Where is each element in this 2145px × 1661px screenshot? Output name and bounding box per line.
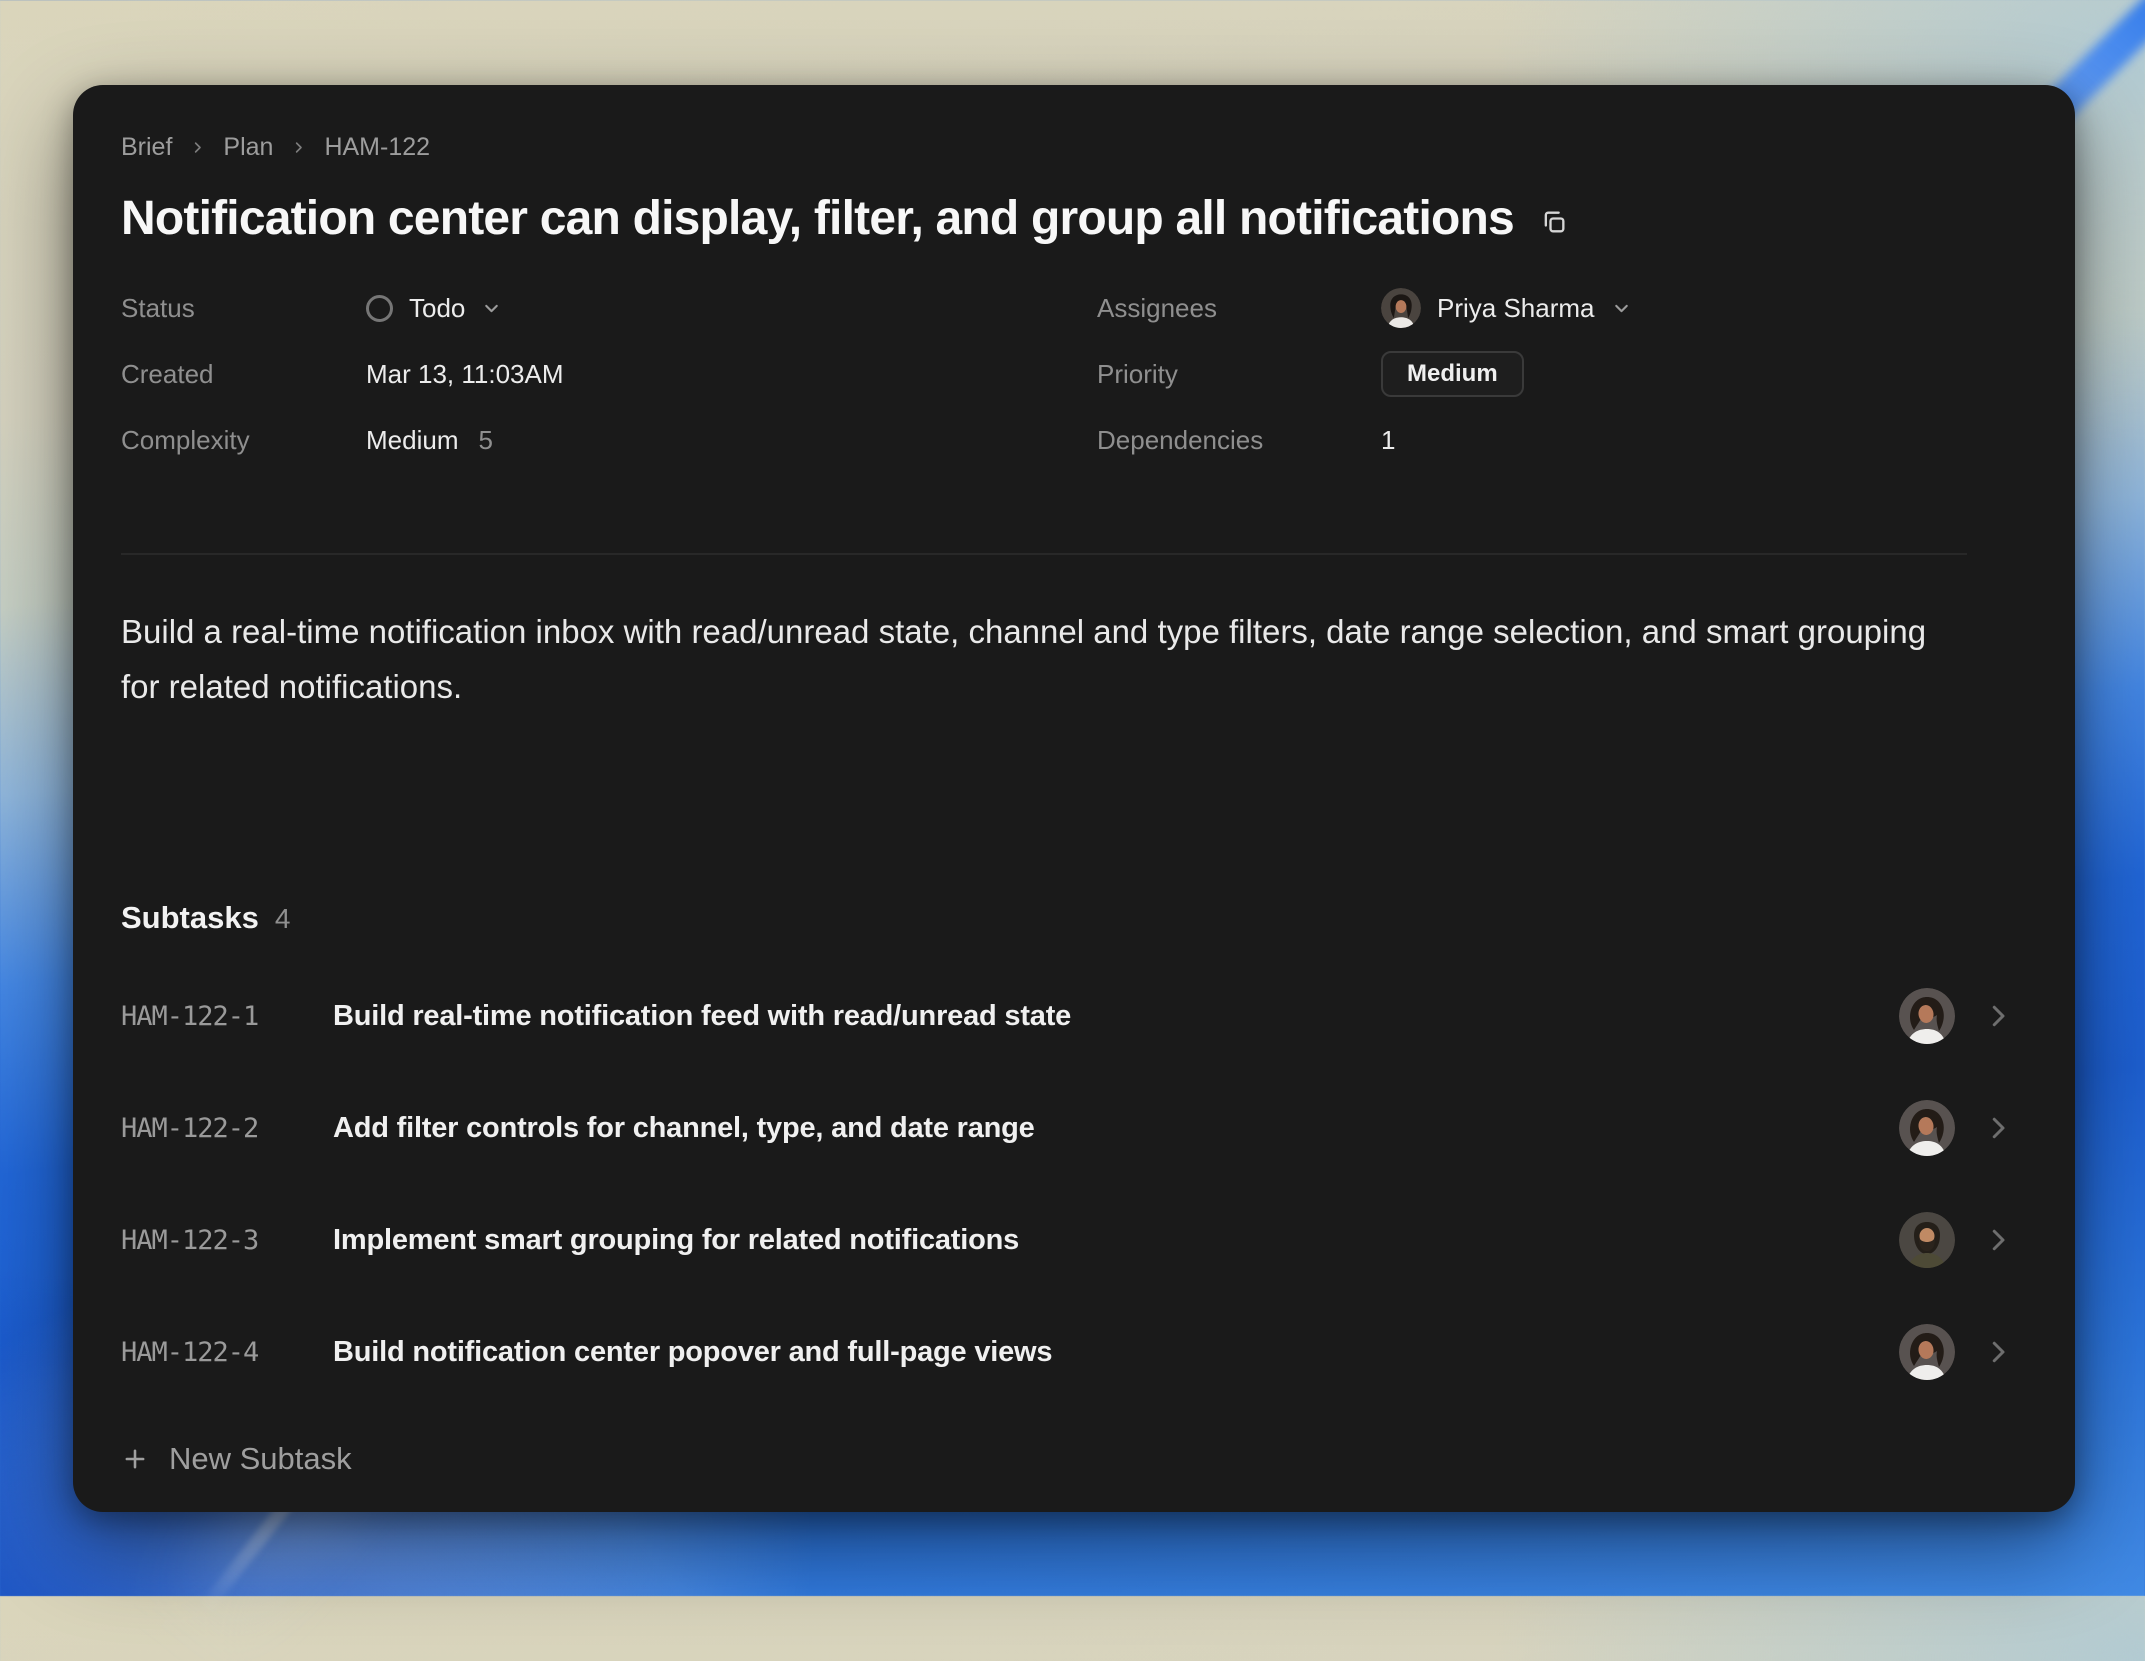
chevron-right-icon bbox=[1983, 1001, 2013, 1031]
subtask-id: HAM-122-2 bbox=[121, 1113, 333, 1144]
copy-icon bbox=[1540, 208, 1568, 236]
created-row: Created Mar 13, 11:03AM bbox=[121, 341, 1097, 407]
breadcrumb: Brief Plan HAM-122 bbox=[121, 135, 2027, 160]
meta-column-left: Status Todo Created Mar 13, 11:03AM Comp… bbox=[121, 275, 1097, 473]
title-row: Notification center can display, filter,… bbox=[121, 190, 2027, 248]
chevron-down-icon bbox=[1611, 298, 1632, 319]
status-dropdown[interactable]: Todo bbox=[366, 293, 502, 324]
dependencies-label: Dependencies bbox=[1097, 425, 1381, 456]
priority-label: Priority bbox=[1097, 359, 1381, 390]
assignees-label: Assignees bbox=[1097, 293, 1381, 324]
subtask-row[interactable]: HAM-122-4 Build notification center popo… bbox=[121, 1309, 2027, 1395]
plus-icon bbox=[121, 1445, 149, 1473]
subtasks-count: 4 bbox=[275, 903, 291, 935]
dependencies-row: Dependencies 1 bbox=[1097, 407, 2027, 473]
assignee-avatar bbox=[1381, 288, 1421, 328]
chevron-right-icon bbox=[1983, 1337, 2013, 1367]
breadcrumb-item-plan[interactable]: Plan bbox=[223, 135, 273, 160]
new-subtask-label: New Subtask bbox=[169, 1441, 352, 1477]
chevron-right-icon bbox=[1983, 1113, 2013, 1143]
subtask-row[interactable]: HAM-122-2 Add filter controls for channe… bbox=[121, 1085, 2027, 1171]
priority-badge[interactable]: Medium bbox=[1381, 351, 1524, 397]
task-description: Build a real-time notification inbox wit… bbox=[121, 604, 1941, 714]
subtask-id: HAM-122-3 bbox=[121, 1225, 333, 1256]
assignee-name: Priya Sharma bbox=[1437, 293, 1595, 324]
task-detail-card: Brief Plan HAM-122 Notification center c… bbox=[73, 85, 2075, 1512]
subtasks-header: Subtasks 4 bbox=[121, 899, 2027, 937]
status-label: Status bbox=[121, 293, 366, 324]
subtask-assignee-avatar bbox=[1899, 1212, 1955, 1268]
page-title: Notification center can display, filter,… bbox=[121, 190, 1514, 248]
subtask-id: HAM-122-1 bbox=[121, 1001, 333, 1032]
subtask-row[interactable]: HAM-122-1 Build real-time notification f… bbox=[121, 973, 2027, 1059]
status-row: Status Todo bbox=[121, 275, 1097, 341]
chevron-right-icon bbox=[1983, 1225, 2013, 1255]
subtask-row[interactable]: HAM-122-3 Implement smart grouping for r… bbox=[121, 1197, 2027, 1283]
subtask-assignee-avatar bbox=[1899, 1324, 1955, 1380]
meta-column-right: Assignees Priya Sharma Priority Medium D… bbox=[1097, 275, 2027, 473]
complexity-value-text: Medium bbox=[366, 425, 458, 456]
subtask-title: Add filter controls for channel, type, a… bbox=[333, 1112, 1899, 1145]
meta-grid: Status Todo Created Mar 13, 11:03AM Comp… bbox=[121, 275, 2027, 473]
dependencies-value: 1 bbox=[1381, 425, 1395, 456]
created-label: Created bbox=[121, 359, 366, 390]
section-divider bbox=[121, 553, 1967, 555]
subtask-title: Build real-time notification feed with r… bbox=[333, 1000, 1899, 1033]
subtask-assignee-avatar bbox=[1899, 988, 1955, 1044]
complexity-points: 5 bbox=[478, 425, 492, 456]
chevron-right-icon bbox=[190, 140, 205, 155]
breadcrumb-item-task-id[interactable]: HAM-122 bbox=[324, 135, 430, 160]
subtask-list: HAM-122-1 Build real-time notification f… bbox=[121, 973, 2027, 1395]
subtask-assignee-avatar bbox=[1899, 1100, 1955, 1156]
complexity-label: Complexity bbox=[121, 425, 366, 456]
subtask-id: HAM-122-4 bbox=[121, 1337, 333, 1368]
chevron-right-icon bbox=[291, 140, 306, 155]
priority-row: Priority Medium bbox=[1097, 341, 2027, 407]
chevron-down-icon bbox=[481, 298, 502, 319]
breadcrumb-item-brief[interactable]: Brief bbox=[121, 135, 172, 160]
complexity-row: Complexity Medium 5 bbox=[121, 407, 1097, 473]
subtasks-heading: Subtasks bbox=[121, 899, 259, 937]
assignee-dropdown[interactable]: Priya Sharma bbox=[1381, 288, 1632, 328]
assignees-row: Assignees Priya Sharma bbox=[1097, 275, 2027, 341]
status-value: Todo bbox=[409, 293, 465, 324]
subtask-title: Build notification center popover and fu… bbox=[333, 1336, 1899, 1369]
subtask-title: Implement smart grouping for related not… bbox=[333, 1224, 1899, 1257]
created-value: Mar 13, 11:03AM bbox=[366, 359, 564, 390]
status-todo-icon bbox=[366, 295, 393, 322]
copy-title-button[interactable] bbox=[1540, 208, 1568, 236]
complexity-value: Medium 5 bbox=[366, 425, 493, 456]
new-subtask-button[interactable]: New Subtask bbox=[121, 1437, 352, 1481]
